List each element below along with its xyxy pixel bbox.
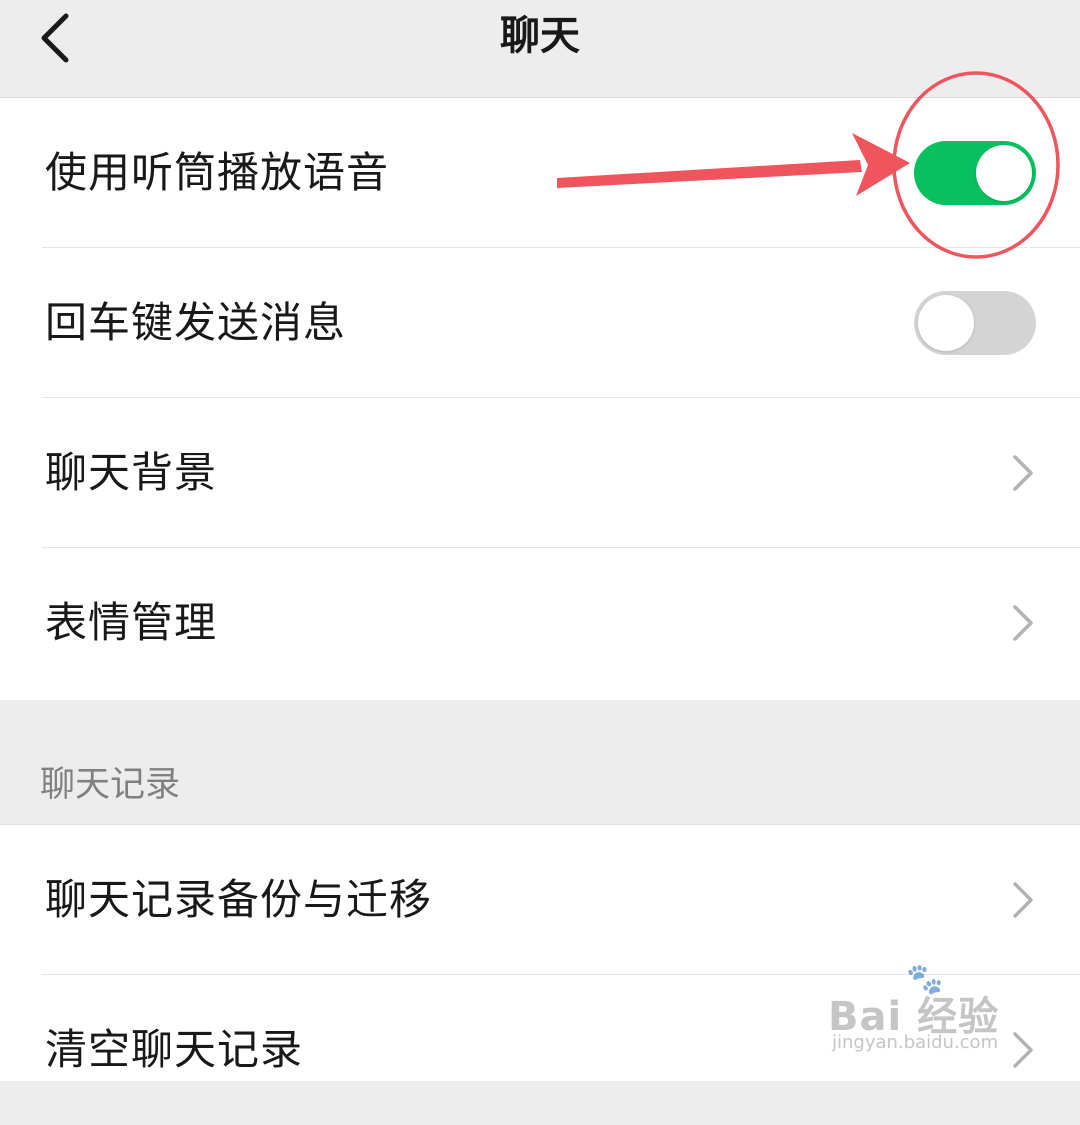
setting-row-enter-send: 回车键发送消息 xyxy=(0,248,1080,398)
chevron-right-icon xyxy=(1013,1032,1033,1068)
setting-label-enter-send: 回车键发送消息 xyxy=(45,298,347,347)
chevron-right-icon xyxy=(1013,605,1033,641)
setting-row-chat-background[interactable]: 聊天背景 xyxy=(0,398,1080,548)
page-title: 聊天 xyxy=(500,13,580,59)
enter-send-toggle[interactable] xyxy=(914,291,1036,355)
section-header-label: 聊天记录 xyxy=(40,765,181,805)
setting-label-sticker-management: 表情管理 xyxy=(45,598,218,647)
toggle-knob xyxy=(976,145,1032,201)
setting-row-earpiece-voice: 使用听筒播放语音 xyxy=(0,98,1080,248)
setting-row-clear-history[interactable]: 清空聊天记录 xyxy=(0,975,1080,1125)
toggle-knob xyxy=(918,295,974,351)
navigation-bar: 聊天 xyxy=(0,0,1080,98)
setting-row-backup-migrate[interactable]: 聊天记录备份与迁移 xyxy=(0,825,1080,975)
chevron-right-icon xyxy=(1013,882,1033,918)
section-header-chat-history: 聊天记录 xyxy=(0,701,1080,823)
chevron-right-icon xyxy=(1013,455,1033,491)
setting-label-backup-migrate: 聊天记录备份与迁移 xyxy=(45,875,433,924)
setting-label-chat-background: 聊天背景 xyxy=(45,448,218,497)
chat-history-group: 聊天记录备份与迁移 清空聊天记录 xyxy=(0,824,1080,1081)
setting-label-earpiece-voice: 使用听筒播放语音 xyxy=(45,148,390,197)
earpiece-voice-toggle[interactable] xyxy=(914,141,1036,205)
settings-group: 使用听筒播放语音 回车键发送消息 聊天背景 表情管理 xyxy=(0,98,1080,700)
setting-row-sticker-management[interactable]: 表情管理 xyxy=(0,548,1080,698)
setting-label-clear-history: 清空聊天记录 xyxy=(45,1025,304,1074)
